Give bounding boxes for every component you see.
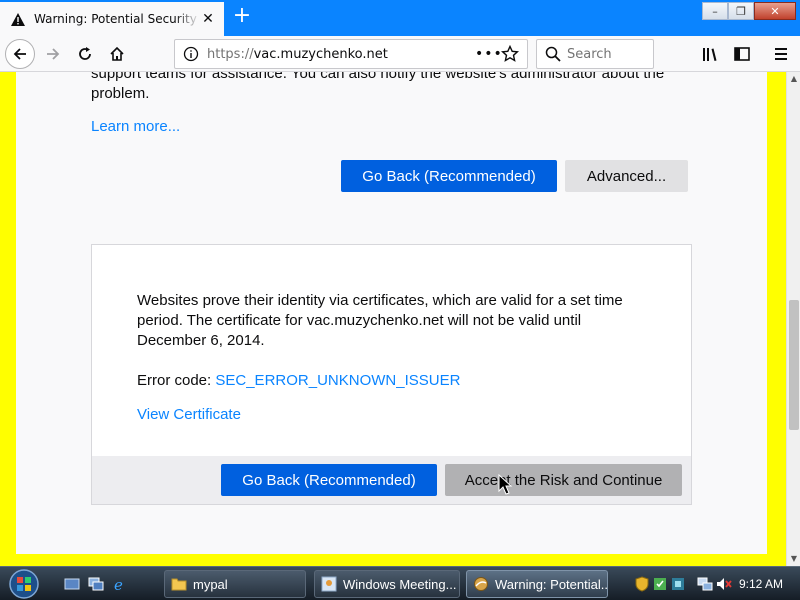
library-button[interactable] — [696, 39, 726, 69]
search-bar[interactable]: Search — [536, 39, 654, 69]
advanced-button[interactable]: Advanced... — [565, 160, 688, 192]
bookmark-star-icon[interactable] — [500, 44, 520, 67]
back-button[interactable] — [5, 39, 35, 69]
hamburger-menu-icon — [775, 48, 787, 60]
tab-close-icon[interactable]: ✕ — [200, 11, 216, 27]
reload-button[interactable] — [70, 39, 100, 69]
internet-explorer-icon[interactable]: e — [112, 576, 128, 594]
back-arrow-icon — [13, 48, 26, 60]
forward-button[interactable] — [38, 39, 68, 69]
tray-app-icon[interactable] — [652, 576, 668, 592]
address-bar[interactable]: https://vac.muzychenko.net ••• — [174, 39, 528, 69]
scroll-down-arrow-icon[interactable]: ▼ — [787, 552, 800, 566]
certificate-explanation: Websites prove their identity via certif… — [137, 292, 623, 349]
url-protocol: https:// — [207, 46, 254, 62]
network-icon[interactable] — [697, 576, 713, 592]
tab-bar: Warning: Potential Security Risk Ahead ✕… — [0, 0, 800, 36]
view-certificate-link[interactable]: View Certificate — [137, 406, 241, 423]
taskbar: e mypal Windows Meeting... Warning: Pote… — [0, 566, 800, 600]
advanced-panel: Websites prove their identity via certif… — [91, 244, 692, 505]
tray-status-icon[interactable] — [670, 576, 686, 592]
taskbar-item-meeting[interactable]: Windows Meeting... — [314, 570, 460, 598]
home-button[interactable] — [102, 39, 132, 69]
window-controls: – ❐ ✕ — [702, 2, 796, 20]
error-code-line: Error code: SEC_ERROR_UNKNOWN_ISSUER — [137, 371, 460, 391]
url-text[interactable]: https://vac.muzychenko.net — [207, 47, 388, 62]
svg-text:e: e — [114, 576, 123, 592]
error-code-label: Error code: — [137, 372, 216, 389]
sidebar-icon — [734, 47, 750, 61]
go-back-button-bottom[interactable]: Go Back (Recommended) — [221, 464, 437, 496]
taskbar-item-browser[interactable]: Warning: Potential... — [466, 570, 608, 598]
security-shield-icon[interactable] — [634, 576, 650, 592]
taskbar-item-mypal[interactable]: mypal — [164, 570, 306, 598]
page-actions-icon[interactable]: ••• — [475, 46, 503, 62]
warning-icon — [10, 11, 26, 27]
error-page: support teams for assistance. You can al… — [16, 72, 767, 554]
show-desktop-icon[interactable] — [64, 576, 80, 592]
taskbar-item-label: mypal — [193, 576, 228, 592]
switch-windows-icon[interactable] — [88, 576, 104, 592]
page-scrollbar[interactable]: ▲ ▼ — [786, 72, 800, 566]
intro-text: support teams for assistance. You can al… — [91, 72, 665, 102]
scroll-thumb[interactable] — [789, 300, 799, 430]
folder-icon — [171, 578, 187, 591]
info-icon[interactable] — [183, 46, 199, 62]
scroll-up-arrow-icon[interactable]: ▲ — [787, 72, 800, 86]
home-icon — [110, 46, 124, 61]
reload-icon — [79, 47, 91, 60]
advanced-panel-footer: Go Back (Recommended) Accept the Risk an… — [92, 456, 691, 504]
accept-risk-button[interactable]: Accept the Risk and Continue — [445, 464, 682, 496]
maximize-button[interactable]: ❐ — [728, 2, 754, 20]
system-clock[interactable]: 9:12 AM — [739, 577, 783, 591]
forward-arrow-icon — [47, 48, 60, 60]
sidebar-button[interactable] — [727, 39, 757, 69]
tab-title: Warning: Potential Security Risk Ahead — [34, 12, 200, 26]
close-window-button[interactable]: ✕ — [754, 2, 796, 20]
start-button[interactable] — [4, 568, 44, 600]
search-icon — [545, 46, 561, 62]
navigation-toolbar: https://vac.muzychenko.net ••• Search — [0, 36, 800, 72]
learn-more-link[interactable]: Learn more... — [91, 118, 180, 135]
meeting-icon — [321, 576, 337, 592]
content-area: support teams for assistance. You can al… — [0, 72, 786, 566]
library-icon — [703, 48, 717, 61]
url-host: vac.muzychenko.net — [253, 46, 388, 62]
mouse-cursor-icon — [498, 474, 513, 495]
search-input[interactable]: Search — [567, 47, 612, 62]
menu-button[interactable] — [766, 39, 796, 69]
go-back-button[interactable]: Go Back (Recommended) — [341, 160, 557, 192]
new-tab-button[interactable]: + — [232, 5, 252, 27]
minimize-button[interactable]: – — [702, 2, 728, 20]
browser-icon — [474, 577, 488, 591]
taskbar-item-label: Windows Meeting... — [343, 576, 457, 592]
taskbar-item-label: Warning: Potential... — [495, 576, 608, 592]
volume-muted-icon[interactable] — [716, 576, 732, 592]
tab-warning[interactable]: Warning: Potential Security Risk Ahead ✕ — [0, 0, 224, 36]
error-code-link[interactable]: SEC_ERROR_UNKNOWN_ISSUER — [215, 372, 460, 389]
